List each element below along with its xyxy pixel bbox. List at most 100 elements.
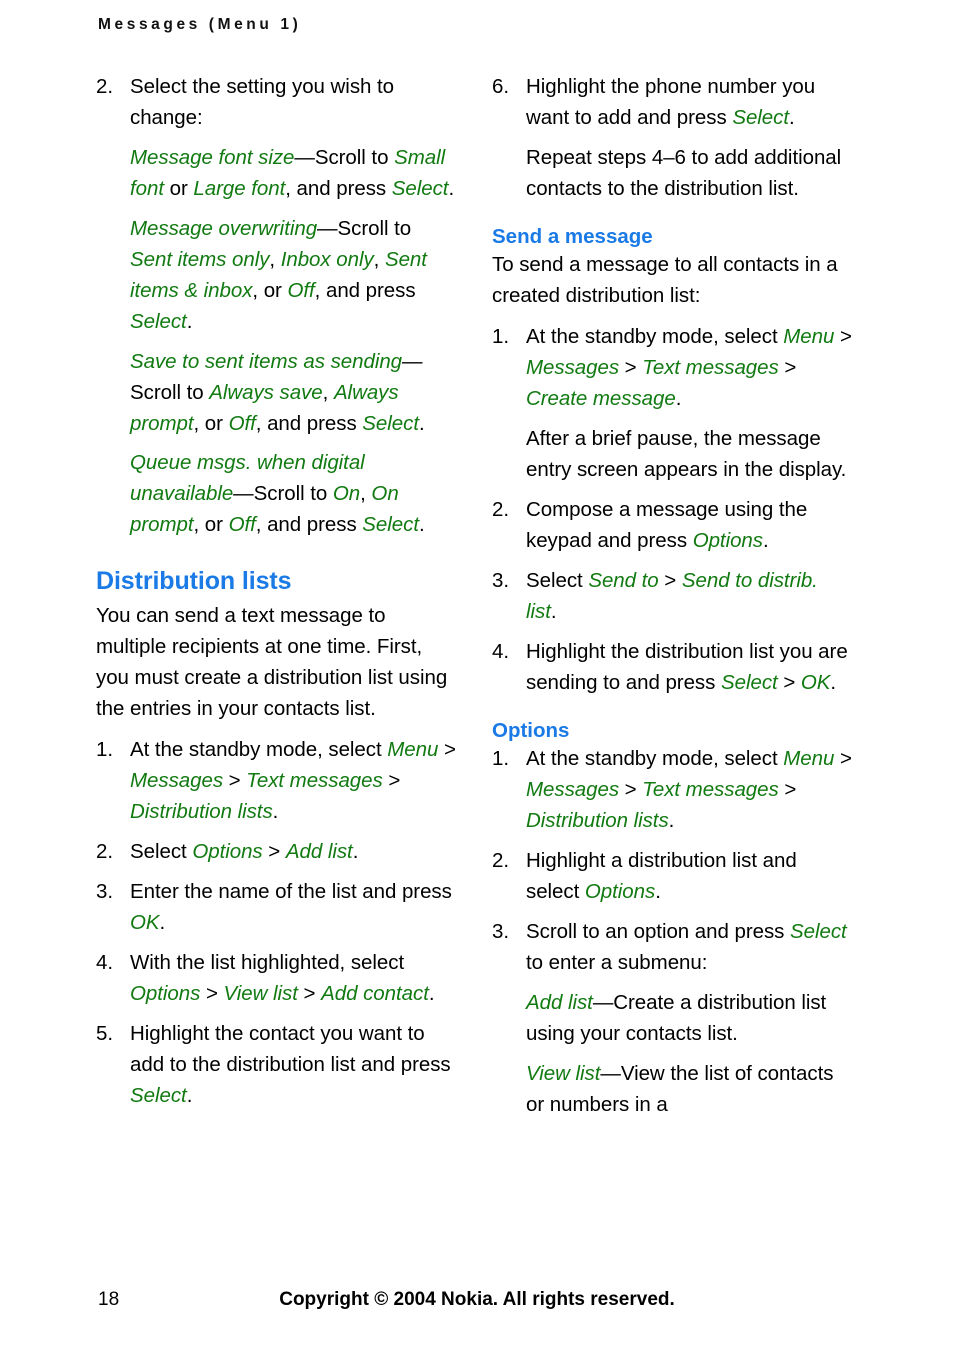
text: , — [269, 247, 281, 271]
text: to enter a submenu: — [526, 951, 708, 975]
list-item: 2. Compose a message using the keypad and… — [492, 495, 852, 557]
text: —Scroll to — [294, 145, 395, 169]
list-item: 6. Highlight the phone number you want to… — [492, 72, 852, 134]
text: , and press — [314, 278, 416, 302]
ui-path-item: View list — [223, 981, 298, 1005]
list-item: 3. Enter the name of the list and press O… — [96, 877, 456, 939]
ui-path-item: Select — [720, 670, 778, 694]
path-separator: > — [619, 356, 643, 380]
path-separator: > — [778, 356, 797, 380]
ui-path-item: Menu — [783, 747, 835, 771]
ui-option: Select — [362, 513, 419, 537]
text: . — [763, 529, 769, 552]
ui-term: Message font size — [130, 145, 295, 169]
send-step1-note: After a brief pause, the message entry s… — [526, 427, 847, 482]
text: . — [830, 670, 837, 694]
ui-path-item: Send to — [588, 568, 659, 592]
text: Highlight the contact you want to add to… — [130, 1021, 451, 1076]
list-item: 4. Highlight the distribution list you ar… — [492, 637, 852, 699]
text: —Scroll to — [233, 482, 333, 506]
ui-path-item: Distribution lists — [130, 800, 273, 824]
path-separator: > — [834, 747, 852, 771]
list-text: Select the setting you wish to change: — [130, 75, 395, 129]
text: , and press — [255, 411, 363, 435]
ui-option: Always save — [209, 380, 323, 404]
setting-message-overwriting: Message overwriting—Scroll to Sent items… — [96, 214, 456, 338]
text: , or — [193, 513, 229, 537]
list-number: 2. — [96, 75, 113, 98]
ui-option: Sent items only — [130, 247, 270, 271]
text: . — [418, 411, 425, 435]
section-heading-options: Options — [492, 718, 570, 742]
text: . — [668, 809, 675, 833]
ui-option: Inbox only — [280, 247, 374, 271]
text: . — [655, 880, 661, 904]
ui-option: On — [332, 482, 361, 506]
path-separator: > — [619, 778, 643, 802]
ui-path-item: Messages — [526, 356, 620, 380]
text: . — [272, 800, 279, 824]
list-number: 6. — [492, 75, 509, 98]
section-heading-send-a-message: Send a message — [492, 224, 653, 248]
text: . — [418, 513, 425, 537]
step6-note: Repeat steps 4–6 to add additional conta… — [526, 145, 842, 200]
list-number: 4. — [96, 950, 113, 974]
ui-option: Select — [362, 411, 419, 435]
body-columns: 2. Select the setting you wish to change:… — [0, 72, 954, 1232]
path-separator: > — [778, 778, 797, 802]
text: Select — [130, 840, 193, 864]
ui-path-item: Options — [692, 529, 763, 552]
running-header: Messages (Menu 1) — [98, 16, 302, 33]
list-number: 4. — [492, 639, 509, 663]
list-number: 1. — [492, 325, 509, 349]
text: , and press — [255, 513, 363, 537]
text: , — [322, 380, 334, 404]
option-view-list: View list—View the list of contacts or n… — [492, 1059, 852, 1121]
ui-path-item: Menu — [783, 325, 835, 349]
list-number: 2. — [492, 849, 509, 873]
ui-option: Off — [228, 513, 256, 537]
ui-term: Add list — [526, 991, 593, 1014]
ui-path-item: Select — [130, 1083, 187, 1107]
list-item: 5. Highlight the contact you want to add … — [96, 1019, 456, 1112]
list-item: 2. Select Options > Add list. — [96, 837, 456, 868]
list-item: 3. Select Send to > Send to distrib. list… — [492, 566, 852, 628]
ui-path-item: Options — [192, 840, 263, 864]
list-item: 1. At the standby mode, select Menu > Mes… — [96, 735, 456, 828]
list-number: 5. — [96, 1021, 113, 1045]
text: . — [186, 1083, 193, 1107]
path-separator: > — [777, 670, 801, 694]
ui-option: Off — [228, 411, 256, 435]
path-separator: > — [262, 840, 286, 864]
option-add-list: Add list—Create a distribution list usin… — [492, 988, 852, 1050]
list-item: 1. At the standby mode, select Menu > Mes… — [492, 322, 852, 415]
ui-term: View list — [526, 1061, 601, 1085]
list-number: 2. — [492, 498, 509, 522]
path-separator: > — [223, 769, 247, 793]
list-item: 3. Scroll to an option and press Select t… — [492, 917, 852, 979]
text: . — [550, 599, 557, 623]
ui-path-item: OK — [800, 670, 831, 694]
send-a-message-intro: To send a message to all contacts in a c… — [492, 253, 838, 308]
list-item: 2. Select the setting you wish to change: — [96, 72, 456, 134]
list-number: 3. — [492, 568, 509, 592]
manual-page: Messages (Menu 1) 2. Select the setting y… — [0, 0, 954, 1353]
text: or — [164, 176, 194, 200]
list-item: 2. Highlight a distribution list and sele… — [492, 846, 852, 908]
copyright-notice: Copyright © 2004 Nokia. All rights reser… — [279, 1289, 675, 1310]
text: , or — [193, 411, 229, 435]
text: . — [159, 910, 166, 934]
list-number: 1. — [96, 738, 113, 762]
ui-path-item: OK — [130, 910, 160, 934]
ui-option: Off — [287, 278, 315, 302]
list-number: 1. — [492, 747, 509, 771]
ui-path-item: Create message — [526, 387, 676, 411]
text: , and press — [285, 176, 392, 200]
ui-term: Save to sent items as sending — [130, 349, 403, 373]
text: Highlight a distribution list and select — [526, 849, 797, 904]
ui-option: Select — [391, 176, 449, 200]
text: . — [428, 981, 435, 1005]
ui-path-item: Menu — [387, 738, 439, 762]
ui-path-item: Text messages — [642, 356, 779, 380]
ui-path-item: Text messages — [642, 778, 779, 802]
